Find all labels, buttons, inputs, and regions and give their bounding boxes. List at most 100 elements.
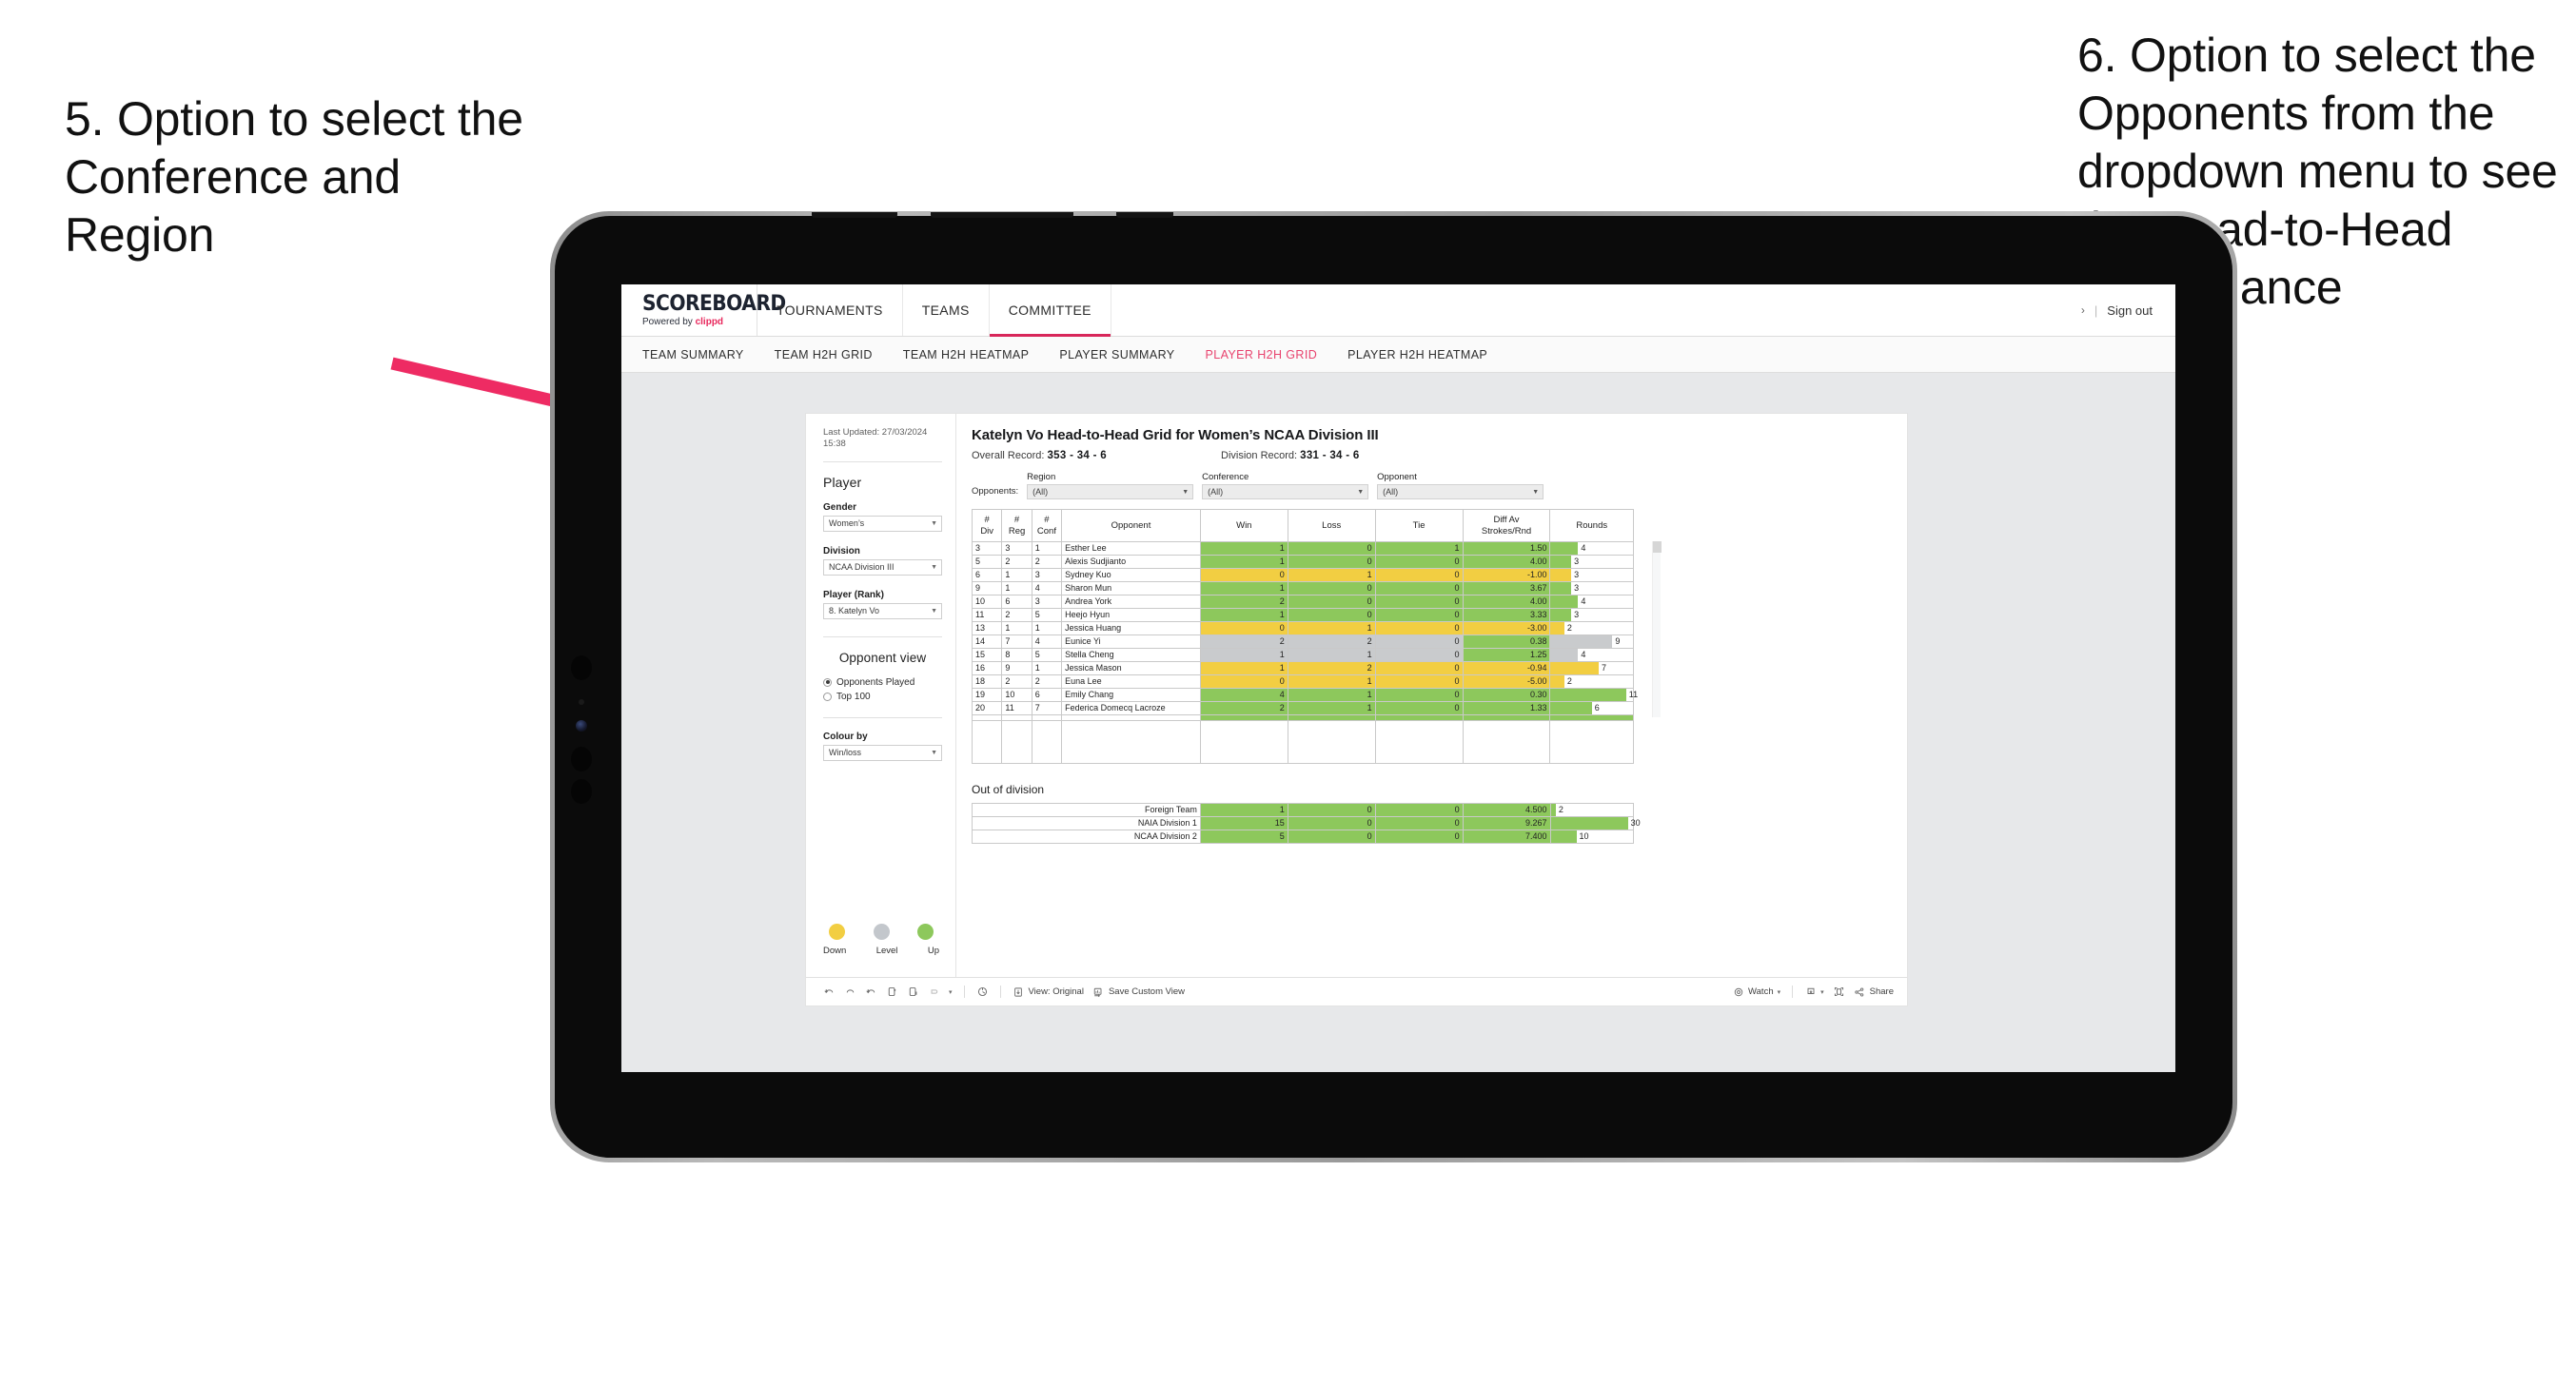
table-row[interactable]: 14 7 4 Eunice Yi 2 2 0 0.38 9: [971, 634, 1634, 649]
watch-icon: [1732, 986, 1744, 998]
rounds-bar: 9: [1550, 635, 1633, 648]
cell-reg: 2: [1001, 608, 1032, 622]
cell-div: 3: [971, 541, 1003, 556]
undo-icon[interactable]: [823, 986, 836, 998]
rounds-value: 30: [1630, 818, 1641, 828]
table-row[interactable]: Foreign Team 1 0 0 4.500 2: [972, 803, 1634, 817]
cell-loss: 1: [1287, 688, 1376, 702]
reset-icon[interactable]: [976, 986, 989, 998]
cell-tie: 0: [1374, 661, 1464, 675]
tablet-top-notch: [1116, 212, 1173, 218]
nav-item-tournaments[interactable]: TOURNAMENTS: [757, 284, 903, 336]
tablet-screen: SCOREBOARD Powered by clippd TOURNAMENTS…: [621, 284, 2175, 1072]
cell-tie: 0: [1374, 595, 1464, 609]
column-header: Rounds: [1549, 509, 1634, 542]
select-division[interactable]: NCAA Division III ▼: [823, 558, 942, 576]
rounds-bar: 30: [1550, 817, 1641, 830]
chevron-right-icon[interactable]: ›: [2081, 303, 2085, 317]
table-row[interactable]: 5 2 2 Alexis Sudjianto 1 0 0 4.00 3: [971, 555, 1634, 569]
table-row[interactable]: 18 2 2 Euna Lee 0 1 0 -5.00 2: [971, 674, 1634, 689]
cell-win: 0: [1199, 568, 1288, 582]
cell-loss: 0: [1287, 830, 1376, 844]
cell-tie: 0: [1374, 830, 1464, 844]
save-custom-view-label: Save Custom View: [1108, 986, 1186, 997]
table-row[interactable]: 6 1 3 Sydney Kuo 0 1 0 -1.00 3: [971, 568, 1634, 582]
table-row[interactable]: 13 1 1 Jessica Huang 0 1 0 -3.00 2: [971, 621, 1634, 635]
table-row[interactable]: NAIA Division 1 15 0 0 9.267 30: [972, 816, 1641, 830]
h2h-grid-table: # Div # Reg # Conf Opponent Win Loss Tie Diff Av St…: [971, 509, 1638, 764]
table-row[interactable]: NCAA Division 2 5 0 0 7.400 10: [972, 830, 1634, 844]
view-icon: [1013, 986, 1025, 998]
sign-out-link[interactable]: Sign out: [2107, 303, 2153, 318]
rounds-bar: 3: [1550, 582, 1633, 595]
rounds-value: 4: [1581, 543, 1586, 553]
rounds-value: 10: [1579, 831, 1589, 841]
highlight-icon[interactable]: [928, 986, 940, 998]
table-header-row: # Div # Reg # Conf Opponent Win Loss Tie Diff Av St…: [971, 509, 1634, 542]
rounds-value: 7: [1601, 663, 1606, 673]
subnav-item-team-h2h-grid[interactable]: TEAM H2H GRID: [775, 348, 894, 361]
subnav-item-team-summary[interactable]: TEAM SUMMARY: [642, 348, 765, 361]
chevron-down-icon: ▾: [1820, 988, 1824, 996]
cell-win: 2: [1199, 634, 1288, 649]
table-row[interactable]: 11 2 5 Heejo Hyun 1 0 0 3.33 3: [971, 608, 1634, 622]
sensor-dot-icon: [571, 779, 592, 804]
cell-opponent: Esther Lee: [1061, 541, 1201, 556]
table-row[interactable]: 19 10 6 Emily Chang 4 1 0 0.30 11: [971, 688, 1638, 702]
save-custom-view-button[interactable]: Save Custom View: [1092, 986, 1185, 998]
subnav-item-team-h2h-heatmap[interactable]: TEAM H2H HEATMAP: [903, 348, 1051, 361]
view-original-button[interactable]: View: Original: [1013, 986, 1084, 998]
tableau-toolbar: ▾ View: Original Save Custom View Watch …: [806, 977, 1907, 1005]
nav-item-committee[interactable]: COMMITTEE: [989, 284, 1111, 337]
cell-win: 0: [1199, 674, 1288, 689]
cell-div: 14: [971, 634, 1003, 649]
cell-rounds-bar: 3: [1549, 581, 1634, 595]
cell-reg: 9: [1001, 661, 1032, 675]
cell-tie: 1: [1374, 541, 1464, 556]
table-row[interactable]: 10 6 3 Andrea York 2 0 0 4.00 4: [971, 595, 1634, 609]
table-row[interactable]: 20 11 7 Federica Domecq Lacroze 2 1 0 1.33 6: [971, 701, 1634, 715]
cell-reg: 7: [1001, 634, 1032, 649]
table-row[interactable]: 16 9 1 Jessica Mason 1 2 0 -0.94 7: [971, 661, 1634, 675]
refresh-data-icon[interactable]: [886, 986, 898, 998]
select-player-rank[interactable]: 8. Katelyn Vo ▼: [823, 602, 942, 619]
chevron-down-icon[interactable]: ▾: [949, 988, 953, 996]
rounds-bar: 4: [1550, 649, 1633, 661]
revert-icon[interactable]: [865, 986, 877, 998]
chevron-down-icon: ▼: [931, 519, 937, 527]
cell-conf: 2: [1031, 674, 1063, 689]
cell-tie: 0: [1374, 674, 1464, 689]
pause-updates-icon[interactable]: [907, 986, 919, 998]
table-row[interactable]: 9 1 4 Sharon Mun 1 0 0 3.67 3: [971, 581, 1634, 595]
colour-by-select[interactable]: Win/loss ▼: [823, 744, 942, 761]
logo[interactable]: SCOREBOARD Powered by clippd: [621, 284, 786, 336]
rounds-bar: 3: [1550, 569, 1633, 581]
rounds-bar-fill: [1550, 830, 1577, 843]
cell-loss: 0: [1287, 555, 1376, 569]
cell-reg: 1: [1001, 568, 1032, 582]
radio-top-100[interactable]: Top 100: [823, 692, 942, 702]
share-button[interactable]: Share: [1854, 986, 1894, 998]
rounds-bar-fill: [1550, 556, 1572, 568]
watch-button[interactable]: Watch ▾: [1732, 986, 1780, 998]
cell-loss: 0: [1287, 803, 1376, 817]
grid-scrollbar-thumb[interactable]: [1653, 541, 1662, 553]
grid-scrollbar[interactable]: [1652, 541, 1662, 717]
redo-icon[interactable]: [844, 986, 856, 998]
subnav-item-player-summary[interactable]: PLAYER SUMMARY: [1059, 348, 1195, 361]
select-region[interactable]: (All) ▼: [1027, 484, 1194, 499]
subnav-item-player-h2h-grid[interactable]: PLAYER H2H GRID: [1206, 348, 1339, 361]
record-summary: Overall Record: 353 - 34 - 6 Division Re…: [972, 450, 1892, 461]
radio-opponents-played[interactable]: Opponents Played: [823, 677, 942, 688]
cell-conf: 4: [1031, 634, 1063, 649]
table-row[interactable]: 15 8 5 Stella Cheng 1 1 0 1.25 4: [971, 648, 1634, 662]
fullscreen-icon[interactable]: [1833, 986, 1845, 998]
select-conference[interactable]: (All) ▼: [1202, 484, 1369, 499]
select-opponent[interactable]: (All) ▼: [1377, 484, 1544, 499]
nav-item-teams[interactable]: TEAMS: [903, 284, 990, 336]
cell-rounds-bar: 2: [1549, 674, 1634, 689]
select-gender[interactable]: Women’s ▼: [823, 515, 942, 532]
table-row[interactable]: 3 3 1 Esther Lee 1 0 1 1.50 4: [971, 541, 1634, 556]
subnav-item-player-h2h-heatmap[interactable]: PLAYER H2H HEATMAP: [1347, 348, 1508, 361]
download-button[interactable]: ▾: [1804, 986, 1824, 998]
